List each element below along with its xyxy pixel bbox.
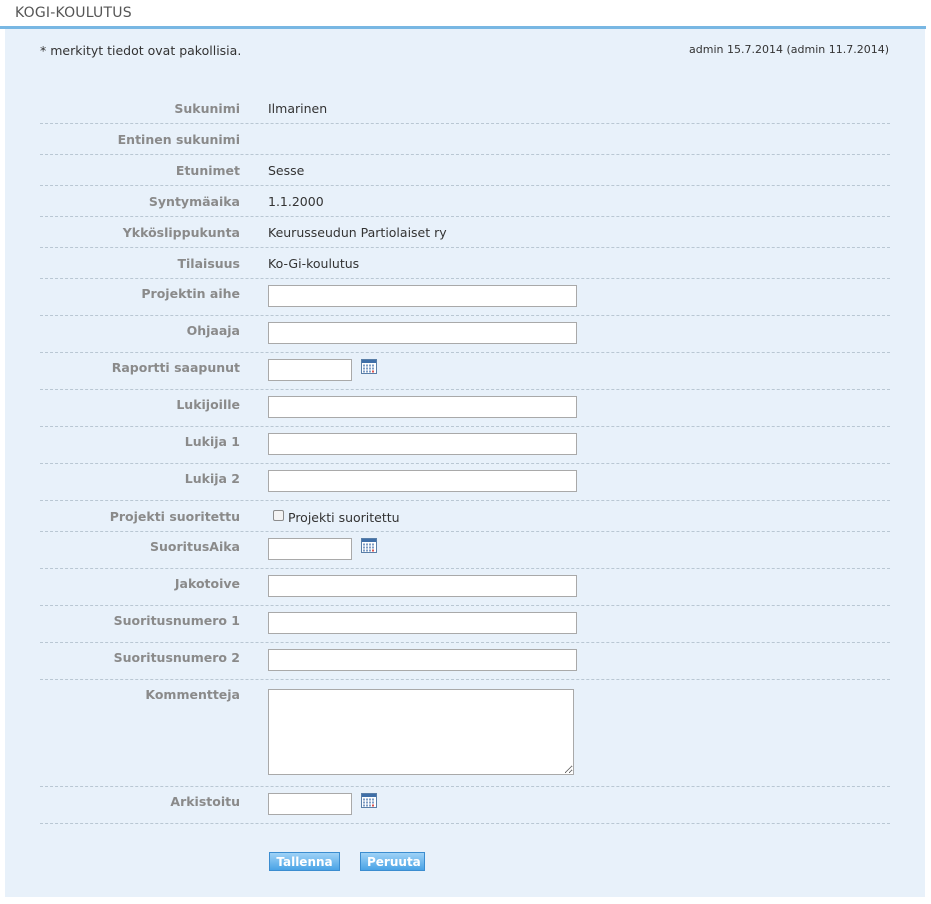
row-lukija-2: Lukija 2 [40, 464, 890, 501]
label-suoritusnumero-2: Suoritusnumero 2 [113, 650, 240, 665]
projektin-aihe-input[interactable] [268, 285, 577, 307]
label-projektin-aihe: Projektin aihe [141, 286, 240, 301]
row-lukijoille: Lukijoille [40, 390, 890, 427]
value-sukunimi: Ilmarinen [268, 101, 328, 116]
row-raportti-saapunut: Raportti saapunut [40, 353, 890, 390]
save-button[interactable]: Tallenna [269, 852, 340, 871]
row-sukunimi: Sukunimi Ilmarinen [40, 93, 890, 124]
projekti-suoritettu-checkbox[interactable] [273, 510, 284, 521]
label-kommentteja: Kommentteja [145, 687, 240, 702]
cancel-button[interactable]: Peruuta [360, 852, 425, 871]
label-projekti-suoritettu: Projekti suoritettu [109, 509, 240, 524]
lukija-1-input[interactable] [268, 433, 577, 455]
calendar-icon[interactable] [361, 793, 377, 808]
label-arkistoitu: Arkistoitu [170, 794, 240, 809]
row-jakotoive: Jakotoive [40, 569, 890, 606]
suoritusaika-input[interactable] [268, 538, 352, 560]
suoritusnumero-1-input[interactable] [268, 612, 577, 634]
suoritusnumero-2-input[interactable] [268, 649, 577, 671]
row-lukija-1: Lukija 1 [40, 427, 890, 464]
lukija-2-input[interactable] [268, 470, 577, 492]
label-suoritusnumero-1: Suoritusnumero 1 [113, 613, 240, 628]
label-entinen-sukunimi: Entinen sukunimi [117, 132, 240, 147]
row-tilaisuus: Tilaisuus Ko-Gi-koulutus [40, 248, 890, 279]
jakotoive-input[interactable] [268, 575, 577, 597]
row-ykkoslippukunta: Ykköslippukunta Keurusseudun Partiolaise… [40, 217, 890, 248]
raportti-saapunut-input[interactable] [268, 359, 352, 381]
row-projektin-aihe: Projektin aihe [40, 279, 890, 316]
projekti-suoritettu-checkbox-label[interactable]: Projekti suoritettu [288, 510, 400, 525]
arkistoitu-input[interactable] [268, 793, 352, 815]
label-etunimet: Etunimet [175, 163, 240, 178]
row-suoritusnumero-2: Suoritusnumero 2 [40, 643, 890, 680]
modified-info: admin 15.7.2014 (admin 11.7.2014) [689, 43, 889, 56]
lukijoille-input[interactable] [268, 396, 577, 418]
label-lukijoille: Lukijoille [176, 397, 240, 412]
ohjaaja-input[interactable] [268, 322, 577, 344]
value-syntymaaika: 1.1.2000 [268, 194, 324, 209]
row-projekti-suoritettu: Projekti suoritettu Projekti suoritettu [40, 501, 890, 532]
label-sukunimi: Sukunimi [174, 101, 240, 116]
label-jakotoive: Jakotoive [174, 576, 240, 591]
label-raportti-saapunut: Raportti saapunut [111, 360, 240, 375]
label-tilaisuus: Tilaisuus [177, 256, 241, 271]
required-note: * merkityt tiedot ovat pakollisia. [40, 43, 242, 58]
row-etunimet: Etunimet Sesse [40, 155, 890, 186]
row-syntymaaika: Syntymäaika 1.1.2000 [40, 186, 890, 217]
row-suoritusnumero-1: Suoritusnumero 1 [40, 606, 890, 643]
value-tilaisuus: Ko-Gi-koulutus [268, 256, 360, 271]
label-lukija-2: Lukija 2 [184, 471, 240, 486]
label-lukija-1: Lukija 1 [184, 434, 240, 449]
label-suoritusaika: SuoritusAika [150, 539, 240, 554]
label-ohjaaja: Ohjaaja [186, 323, 240, 338]
value-etunimet: Sesse [268, 163, 305, 178]
row-arkistoitu: Arkistoitu [40, 787, 890, 824]
calendar-icon[interactable] [361, 538, 377, 553]
row-suoritusaika: SuoritusAika [40, 532, 890, 569]
page-title: KOGI-KOULUTUS [15, 5, 132, 21]
kommentteja-textarea[interactable] [268, 689, 574, 775]
value-ykkoslippukunta: Keurusseudun Partiolaiset ry [268, 225, 447, 240]
form-panel: * merkityt tiedot ovat pakollisia. admin… [5, 29, 925, 897]
calendar-icon[interactable] [361, 359, 377, 374]
row-kommentteja: Kommentteja [40, 680, 890, 787]
label-syntymaaika: Syntymäaika [148, 194, 240, 209]
label-ykkoslippukunta: Ykköslippukunta [122, 225, 240, 240]
page-header: KOGI-KOULUTUS [0, 0, 926, 29]
row-entinen-sukunimi: Entinen sukunimi [40, 124, 890, 155]
row-ohjaaja: Ohjaaja [40, 316, 890, 353]
